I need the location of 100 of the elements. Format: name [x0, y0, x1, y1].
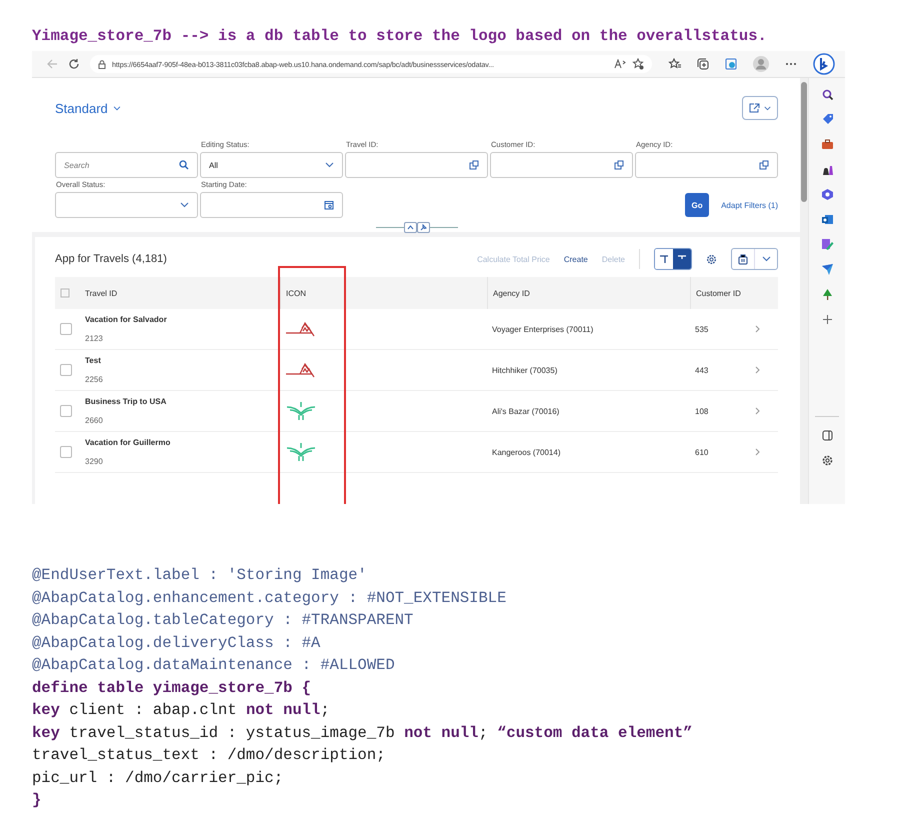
chevron-right-icon[interactable] — [755, 448, 760, 456]
wings-logo-icon — [285, 401, 317, 421]
toolbar-button[interactable]: Create — [564, 254, 588, 264]
pin-icon[interactable] — [420, 224, 426, 230]
collapse-header-button[interactable] — [404, 222, 416, 232]
split-pane-icon[interactable] — [820, 429, 834, 442]
lock-icon — [98, 60, 106, 68]
wings-logo-icon — [285, 442, 317, 462]
code-line: pic_url : /dmo/carrier_pic; — [32, 768, 284, 788]
mountain-logo-icon — [285, 320, 317, 338]
search-icon[interactable] — [820, 88, 834, 101]
travel-title[interactable]: Business Trip to USA — [85, 397, 166, 406]
settings-icon[interactable] — [706, 254, 717, 264]
favorites-icon[interactable] — [668, 58, 681, 70]
adapt-filters-link[interactable]: Adapt Filters (1) — [721, 193, 778, 217]
add-favorite-icon[interactable] — [632, 58, 644, 70]
chevron-right-icon[interactable] — [755, 325, 760, 333]
input-field[interactable] — [345, 152, 488, 178]
dropdown-field[interactable]: All — [200, 152, 343, 178]
code-line: key client : abap.clnt not null; — [32, 700, 330, 721]
input-field[interactable] — [635, 152, 778, 178]
add-icon[interactable] — [820, 313, 834, 326]
more-icon[interactable] — [785, 62, 797, 66]
travel-id: 2256 — [85, 375, 103, 384]
column-header[interactable]: ICON — [286, 288, 306, 298]
page-heading: Yimage_store_7b --> is a db table to store the logo based on the overallstatus. — [32, 27, 767, 45]
browser-essentials-icon[interactable] — [725, 58, 737, 70]
travel-title[interactable]: Test — [85, 356, 101, 365]
refresh-icon[interactable] — [68, 58, 80, 70]
code-line: define table yimage_store_7b { — [32, 678, 312, 698]
read-aloud-icon[interactable] — [614, 59, 626, 69]
search-field[interactable]: Search — [55, 152, 198, 178]
input-field[interactable] — [490, 152, 633, 178]
chess-pieces-icon[interactable] — [820, 163, 834, 176]
table-cell: 535 — [695, 324, 708, 334]
travel-id: 2123 — [85, 334, 103, 343]
tree-icon[interactable] — [820, 288, 834, 301]
chevron-down-icon[interactable] — [180, 202, 189, 208]
code-line: @AbapCatalog.deliveryClass : #A — [32, 632, 320, 654]
caret-icon[interactable] — [764, 106, 771, 110]
send-icon[interactable] — [820, 263, 834, 276]
row-checkbox[interactable] — [60, 446, 72, 458]
table-cell: Ali's Bazar (70016) — [492, 406, 560, 416]
column-header[interactable]: Agency ID — [493, 288, 530, 298]
profile-avatar-icon[interactable] — [753, 56, 769, 72]
code-line: @EndUserText.label : 'Storing Image' — [32, 565, 367, 586]
code-line: @AbapCatalog.enhancement.category : #NOT_EXTENSIBLE — [32, 588, 506, 608]
row-checkbox[interactable] — [60, 364, 72, 376]
chevron-right-icon[interactable] — [755, 407, 760, 415]
layout-icon[interactable] — [659, 254, 669, 264]
travel-title[interactable]: Vacation for Salvador — [85, 315, 167, 324]
table-title: App for Travels (4,181) — [55, 253, 167, 265]
table-cell: Kangeroos (70014) — [492, 448, 560, 456]
export-button[interactable] — [731, 248, 778, 270]
view-toggle-button[interactable] — [673, 249, 691, 269]
code-line: } — [32, 790, 42, 811]
mountain-logo-icon — [285, 361, 317, 379]
search-icon[interactable] — [179, 160, 189, 170]
code-line: @AbapCatalog.tableCategory : #TRANSPARENT — [32, 610, 414, 631]
table-cell: 443 — [695, 366, 708, 374]
chevron-down-icon[interactable] — [325, 162, 334, 168]
chevron-up-icon[interactable] — [406, 224, 414, 230]
briefcase-icon[interactable] — [820, 138, 834, 151]
table-cell: Hitchhiker (70035) — [492, 366, 558, 374]
table-cell: Voyager Enterprises (70011) — [492, 324, 594, 334]
code-line: travel_status_text : /dmo/description; — [32, 745, 386, 766]
clipboard-icon[interactable] — [738, 254, 748, 264]
mail-app-icon[interactable] — [820, 213, 834, 226]
table-cell: 108 — [695, 406, 708, 416]
chevron-down-icon[interactable] — [762, 256, 770, 262]
date-field[interactable] — [200, 192, 343, 218]
go-button[interactable]: Go — [685, 193, 710, 217]
value-help-icon[interactable] — [469, 160, 479, 170]
hexagon-app-icon[interactable] — [820, 188, 834, 201]
settings-icon[interactable] — [820, 454, 834, 467]
code-line: @AbapCatalog.dataMaintenance : #ALLOWED — [32, 655, 395, 676]
scrollbar-thumb[interactable] — [801, 82, 807, 202]
table-cell: 610 — [695, 448, 708, 456]
row-checkbox[interactable] — [60, 323, 72, 335]
dropdown-field[interactable] — [55, 192, 198, 218]
code-line: key travel_status_id : ystatus_image_7b not null; “custom data element” — [32, 722, 692, 744]
travel-id: 3290 — [85, 457, 103, 466]
collections-icon[interactable] — [697, 58, 709, 70]
caret-icon[interactable] — [112, 106, 121, 110]
pen-icon[interactable] — [820, 238, 834, 251]
chevron-right-icon[interactable] — [755, 366, 760, 374]
variant-selector[interactable]: Standard — [55, 100, 121, 116]
value-help-icon[interactable] — [614, 160, 624, 170]
share-icon[interactable] — [749, 103, 760, 113]
column-header[interactable]: Customer ID — [696, 288, 741, 298]
copilot-logo-icon[interactable] — [813, 53, 835, 75]
pin-header-button[interactable] — [416, 222, 430, 232]
share-button[interactable] — [742, 96, 778, 120]
travel-id: 2660 — [85, 416, 103, 425]
travel-title[interactable]: Vacation for Guillermo — [85, 438, 170, 447]
column-header[interactable]: Travel ID — [85, 288, 118, 298]
row-checkbox[interactable] — [60, 405, 72, 417]
value-help-icon[interactable] — [759, 160, 769, 170]
tag-icon[interactable] — [820, 113, 834, 126]
calendar-icon[interactable] — [324, 200, 334, 210]
